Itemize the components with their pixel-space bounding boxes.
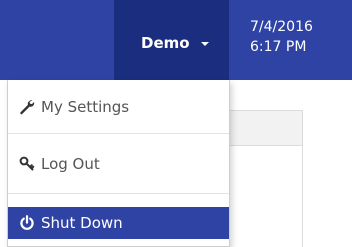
background-panel-header xyxy=(229,110,302,146)
time-text: 6:17 PM xyxy=(250,39,307,55)
user-dropdown-menu: My Settings Log Out Shut Down xyxy=(7,80,230,247)
user-name: Demo xyxy=(141,34,190,52)
date-text: 7/4/2016 xyxy=(250,19,313,35)
key-icon xyxy=(18,155,36,173)
menu-item-my-settings[interactable]: My Settings xyxy=(8,85,229,129)
wrench-icon xyxy=(18,98,36,116)
power-icon xyxy=(18,214,36,232)
menu-item-shut-down[interactable]: Shut Down xyxy=(8,207,229,239)
menu-divider xyxy=(8,133,229,134)
menu-item-log-out[interactable]: Log Out xyxy=(8,142,229,186)
menu-divider xyxy=(8,193,229,194)
background-panel xyxy=(228,110,303,247)
menu-item-label: Shut Down xyxy=(41,214,123,232)
menu-item-label: Log Out xyxy=(41,155,100,173)
datetime-display: 7/4/2016 6:17 PM xyxy=(250,17,313,57)
user-menu-button[interactable]: Demo xyxy=(114,0,229,80)
caret-down-icon xyxy=(201,42,209,46)
top-bar: Demo 7/4/2016 6:17 PM xyxy=(0,0,352,80)
menu-item-label: My Settings xyxy=(41,98,130,116)
